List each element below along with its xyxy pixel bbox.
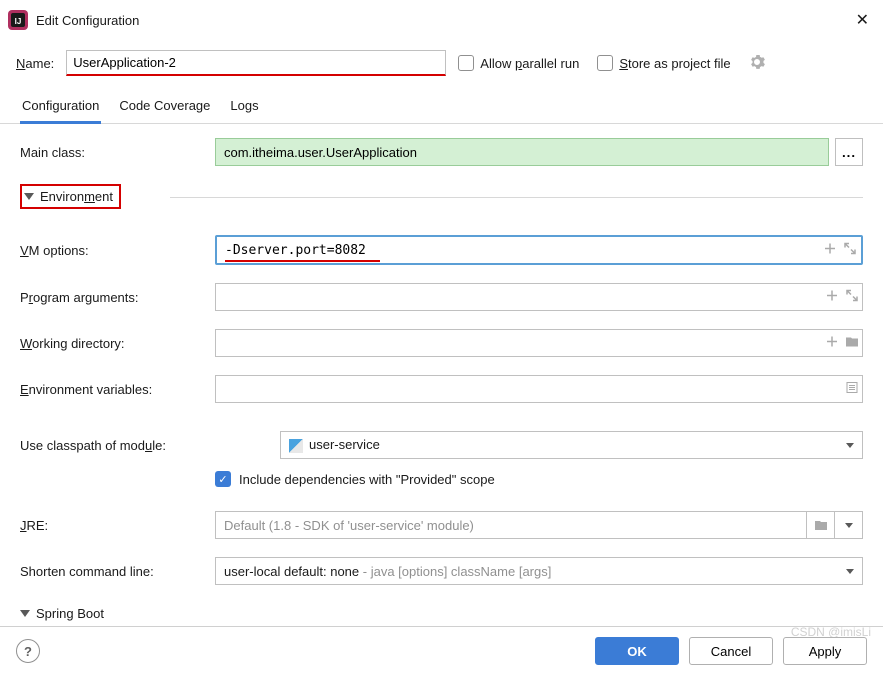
cancel-button[interactable]: Cancel [689,637,773,665]
checkbox-icon [458,55,474,71]
jre-dropdown-button[interactable] [835,511,863,539]
tab-logs[interactable]: Logs [228,94,260,123]
allow-parallel-checkbox[interactable]: Allow parallel run [458,55,579,71]
svg-text:IJ: IJ [15,17,22,26]
jre-select[interactable]: Default (1.8 - SDK of 'user-service' mod… [215,511,807,539]
spring-boot-label: Spring Boot [36,606,104,621]
app-icon: IJ [8,10,28,30]
main-class-row: Main class: ... [20,138,863,166]
gear-icon[interactable] [749,54,765,73]
name-row: Name: Allow parallel run Store as projec… [0,42,883,84]
env-vars-input[interactable] [215,375,863,403]
jre-browse-button[interactable] [807,511,835,539]
classpath-select[interactable]: user-service [280,431,863,459]
chevron-down-icon [24,193,34,200]
chevron-down-icon [20,610,30,617]
main-class-label: Main class: [20,145,215,160]
chevron-down-icon [845,523,853,528]
tabs: Configuration Code Coverage Logs [0,84,883,124]
shorten-value: user-local default: none [224,564,359,579]
spring-boot-section-header[interactable]: Spring Boot [20,603,863,624]
titlebar: IJ Edit Configuration ✕ [0,0,883,42]
chevron-down-icon [846,569,854,574]
checkbox-icon [597,55,613,71]
main-class-input[interactable] [215,138,829,166]
plus-icon[interactable] [825,335,839,352]
working-dir-row: Working directory: [20,329,863,357]
jre-label: JRE: [20,518,215,533]
include-deps-label: Include dependencies with "Provided" sco… [239,472,495,487]
program-args-input[interactable] [215,283,863,311]
ok-button[interactable]: OK [595,637,679,665]
vm-options-row: VM options: [20,235,863,265]
module-icon [289,439,303,453]
shorten-label: Shorten command line: [20,564,215,579]
working-dir-input[interactable] [215,329,863,357]
expand-icon[interactable] [843,242,857,259]
name-input[interactable] [66,50,446,76]
window-title: Edit Configuration [36,13,139,28]
jre-row: JRE: Default (1.8 - SDK of 'user-service… [20,511,863,539]
expand-icon[interactable] [845,289,859,306]
environment-section-header[interactable]: Environment [20,184,121,209]
plus-icon[interactable] [823,242,837,259]
checkbox-checked-icon[interactable]: ✓ [215,471,231,487]
environment-label: Environment [40,189,113,204]
classpath-value: user-service [309,437,380,452]
store-as-project-checkbox[interactable]: Store as project file [597,55,730,71]
divider [170,197,863,198]
tab-code-coverage[interactable]: Code Coverage [117,94,212,123]
close-icon[interactable]: ✕ [852,6,873,34]
program-args-row: Program arguments: [20,283,863,311]
include-deps-row: ✓ Include dependencies with "Provided" s… [215,471,863,487]
list-icon[interactable] [845,381,859,398]
folder-icon[interactable] [845,335,859,352]
shorten-hint: - java [options] className [args] [359,564,551,579]
shorten-row: Shorten command line: user-local default… [20,557,863,585]
apply-button[interactable]: Apply [783,637,867,665]
main-class-browse-button[interactable]: ... [835,138,863,166]
vm-options-wrapper [215,235,863,265]
chevron-down-icon [846,443,854,448]
shorten-select[interactable]: user-local default: none - java [options… [215,557,863,585]
vm-options-label: VM options: [20,243,215,258]
env-vars-label: Environment variables: [20,382,215,397]
store-project-label: Store as project file [619,56,730,71]
classpath-row: Use classpath of module: user-service [20,431,863,459]
allow-parallel-label: Allow parallel run [480,56,579,71]
red-underline [225,260,380,262]
tab-configuration[interactable]: Configuration [20,94,101,124]
form-area: Main class: ... Environment VM options: … [0,124,883,624]
program-args-label: Program arguments: [20,290,215,305]
classpath-label: Use classpath of module: [20,438,280,453]
plus-icon[interactable] [825,289,839,306]
bottom-bar: ? OK Cancel Apply [0,626,883,675]
name-label: Name: [16,56,54,71]
working-dir-label: Working directory: [20,336,215,351]
env-vars-row: Environment variables: [20,375,863,403]
jre-value: Default (1.8 - SDK of 'user-service' mod… [224,518,474,533]
help-button[interactable]: ? [16,639,40,663]
